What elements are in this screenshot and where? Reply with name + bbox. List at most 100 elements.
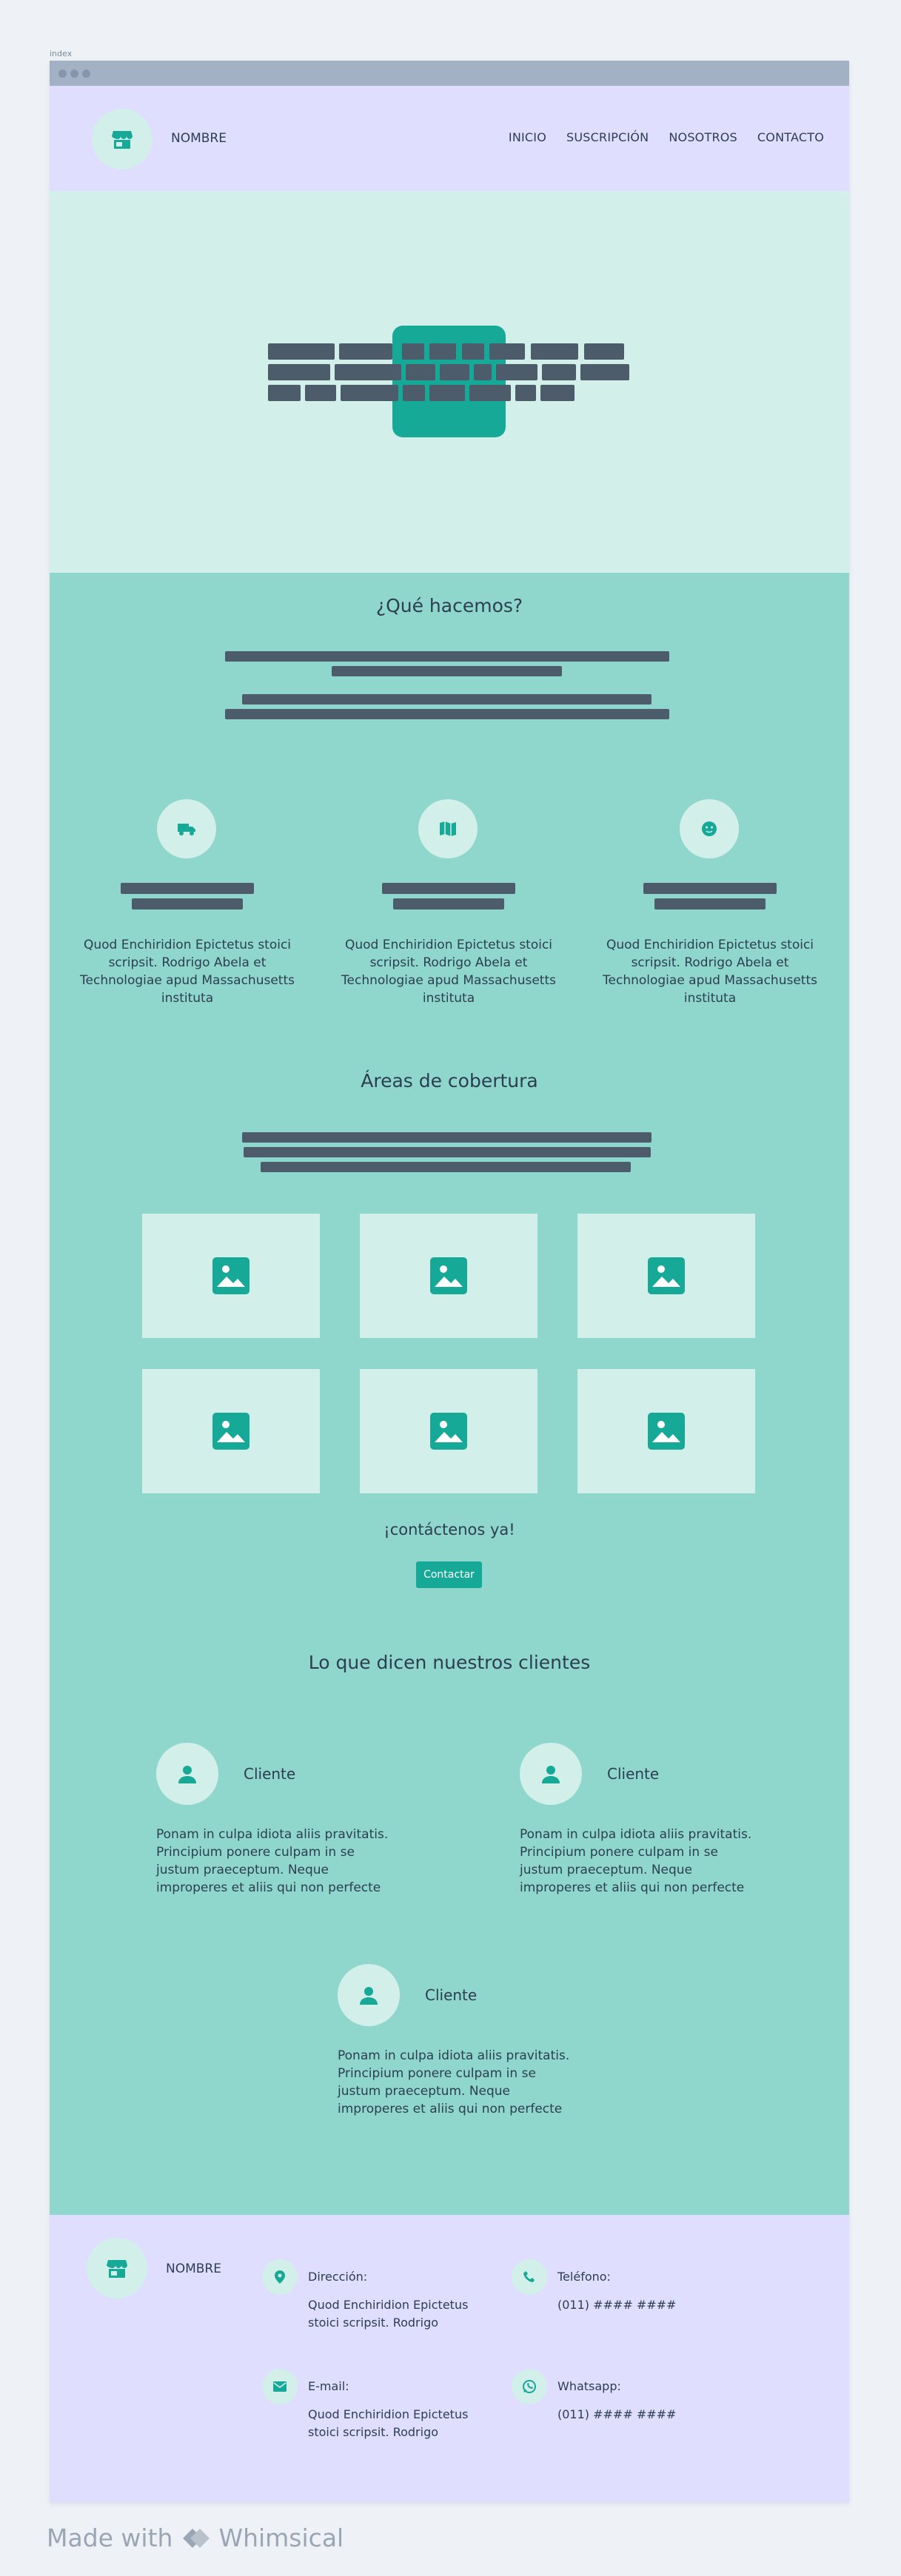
user-icon <box>520 1743 582 1805</box>
phone-label: Teléfono: <box>557 2270 611 2284</box>
redacted-text <box>440 364 469 380</box>
redacted-text <box>643 883 777 894</box>
redacted-text <box>531 343 578 360</box>
testimonial-name: Cliente <box>425 1986 478 2004</box>
redacted-text <box>403 385 425 401</box>
window-dot <box>58 70 67 78</box>
contactar-button[interactable]: Contactar <box>416 1561 482 1588</box>
brand-name: NOMBRE <box>171 131 227 146</box>
phone-icon <box>512 2259 547 2295</box>
testimonial-quote: Ponam in culpa idiota aliis pravitatis. … <box>520 1827 752 1895</box>
window-chrome <box>50 61 849 86</box>
main-nav: INICIO SUSCRIPCIÓN NOSOTROS CONTACTO <box>509 130 824 144</box>
coverage-image[interactable] <box>360 1369 537 1493</box>
coverage-image[interactable] <box>142 1214 320 1338</box>
redacted-text <box>268 343 335 360</box>
nav-contacto[interactable]: CONTACTO <box>757 130 824 144</box>
testimonial-quote: Ponam in culpa idiota aliis pravitatis. … <box>338 2048 570 2116</box>
testimonial-name: Cliente <box>244 1765 296 1783</box>
redacted-text <box>335 364 401 380</box>
footer-brand: NOMBRE <box>166 2261 221 2276</box>
window-dot <box>70 70 78 78</box>
redacted-text <box>268 385 301 401</box>
mail-icon <box>262 2369 298 2404</box>
redacted-text <box>406 364 435 380</box>
made-with-text: Made with <box>47 2523 173 2552</box>
redacted-text <box>496 364 537 380</box>
feature-desc: Quod Enchiridion Epictetus stoici scrips… <box>341 938 556 1006</box>
whatsapp-label: Whatsapp: <box>557 2379 621 2393</box>
user-icon <box>338 1964 400 2026</box>
redacted-text <box>540 385 575 401</box>
redacted-text <box>584 343 624 360</box>
testimonial-quote: Ponam in culpa idiota aliis pravitatis. … <box>156 1827 389 1895</box>
redacted-text <box>305 385 336 401</box>
whimsical-brand: Whimsical <box>218 2523 344 2552</box>
coverage-title: Áreas de cobertura <box>361 1070 538 1092</box>
redacted-text <box>542 364 576 380</box>
whatsapp-value: (011) #### #### <box>557 2407 677 2421</box>
address-value: Quod Enchiridion Epictetus stoici scrips… <box>308 2298 469 2330</box>
redacted-text <box>489 343 525 360</box>
image-icon <box>212 1257 249 1294</box>
feature-desc: Quod Enchiridion Epictetus stoici scrips… <box>603 938 817 1006</box>
email-label: E-mail: <box>308 2379 349 2393</box>
store-icon <box>112 131 133 149</box>
redacted-text <box>402 343 424 360</box>
redacted-text <box>242 1132 652 1143</box>
location-pin-icon <box>262 2259 298 2295</box>
redacted-text <box>429 343 456 360</box>
redacted-text <box>121 883 254 894</box>
address-label: Dirección: <box>308 2270 368 2284</box>
image-icon <box>430 1257 467 1294</box>
nav-inicio[interactable]: INICIO <box>509 130 546 144</box>
image-icon <box>212 1413 249 1450</box>
made-with-whimsical[interactable]: Made with Whimsical <box>47 2523 344 2552</box>
redacted-text <box>341 385 398 401</box>
window-dot <box>82 70 90 78</box>
nav-suscripcion[interactable]: SUSCRIPCIÓN <box>566 130 649 144</box>
cta-text: ¡contáctenos ya! <box>383 1521 515 1538</box>
user-icon <box>156 1743 218 1805</box>
testimonial-name: Cliente <box>607 1765 660 1783</box>
site-footer: NOMBRE Dirección: Quod Enchiridion Epict… <box>50 2215 849 2503</box>
store-logo[interactable] <box>92 109 153 169</box>
redacted-text <box>393 898 504 909</box>
redacted-text <box>382 883 515 894</box>
redacted-text <box>225 651 669 662</box>
coverage-image[interactable] <box>577 1214 755 1338</box>
hero-section <box>50 191 849 573</box>
smile-icon <box>680 799 739 858</box>
image-icon <box>648 1257 685 1294</box>
redacted-text <box>242 694 652 704</box>
email-value: Quod Enchiridion Epictetus stoici scrips… <box>308 2407 469 2439</box>
whimsical-logo-icon <box>183 2528 210 2548</box>
main-section: ¿Qué hacemos? Quod Enchiridion Epictetus… <box>50 573 849 2215</box>
redacted-text <box>462 343 484 360</box>
map-icon <box>418 799 478 858</box>
hero-video-icon[interactable] <box>392 326 506 437</box>
coverage-image[interactable] <box>360 1214 537 1338</box>
redacted-text <box>132 898 243 909</box>
whatsapp-icon <box>512 2369 547 2404</box>
store-icon <box>107 2260 127 2278</box>
testimonials-title: Lo que dicen nuestros clientes <box>308 1652 591 1673</box>
redacted-text <box>332 666 562 676</box>
about-title: ¿Qué hacemos? <box>375 595 523 616</box>
redacted-text <box>268 364 330 380</box>
store-logo[interactable] <box>87 2238 147 2298</box>
image-icon <box>430 1413 467 1450</box>
redacted-text <box>474 364 492 380</box>
redacted-text <box>515 385 536 401</box>
site-header: NOMBRE INICIO SUSCRIPCIÓN NOSOTROS CONTA… <box>50 86 849 191</box>
redacted-text <box>339 343 392 360</box>
redacted-text <box>244 1147 651 1157</box>
page-caption: index <box>50 49 73 58</box>
coverage-image[interactable] <box>142 1369 320 1493</box>
truck-icon <box>157 799 216 858</box>
redacted-text <box>469 385 511 401</box>
redacted-text <box>580 364 629 380</box>
feature-desc: Quod Enchiridion Epictetus stoici scrips… <box>80 938 295 1006</box>
nav-nosotros[interactable]: NOSOTROS <box>669 130 737 144</box>
coverage-image[interactable] <box>577 1369 755 1493</box>
